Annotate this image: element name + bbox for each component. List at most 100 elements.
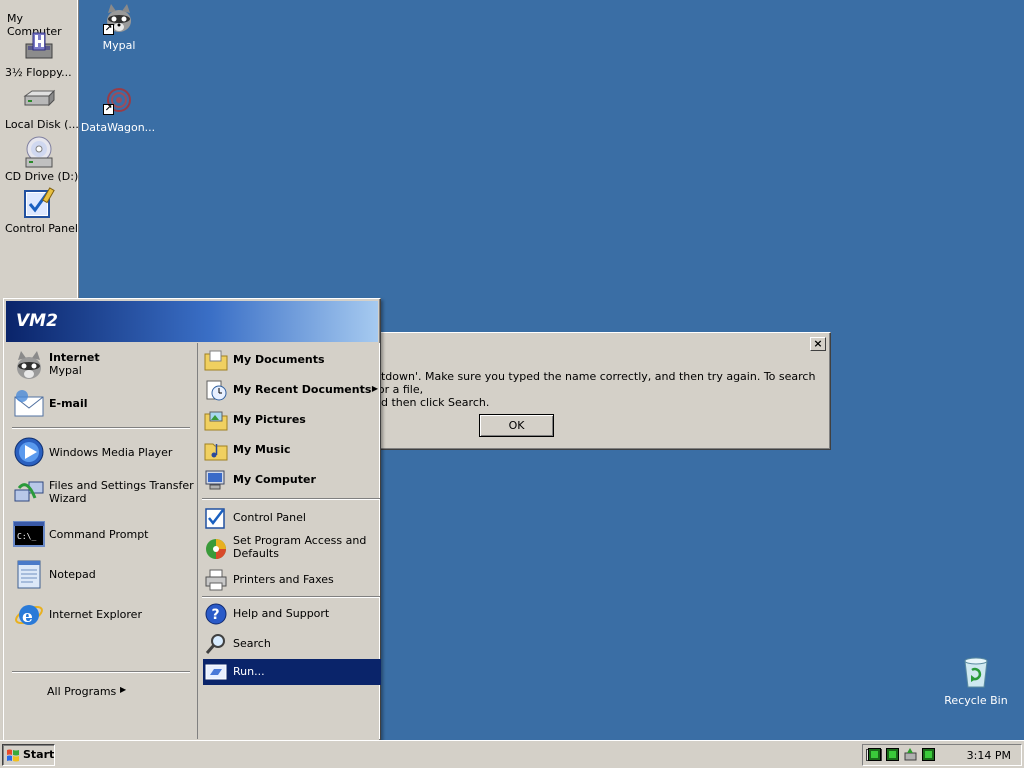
shortcut-arrow-icon: ↗ [103, 24, 114, 35]
menu-item-label: My Computer [233, 473, 316, 486]
menu-item-label: Notepad [49, 568, 96, 581]
menu-item-label: Wizard [49, 492, 87, 505]
start-button-label: Start [23, 748, 55, 761]
svg-text:?: ? [212, 607, 220, 623]
taskbar: Start 3:14 PM [0, 740, 1024, 768]
menu-item-label: My Recent Documents [233, 383, 372, 396]
menu-item-my-pictures[interactable]: My Pictures [198, 405, 380, 435]
menu-item-my-documents[interactable]: My Documents [198, 345, 380, 375]
desktop-icon-label: Mypal [102, 39, 136, 52]
dialog-message-line: nd then click Search. [374, 396, 490, 409]
drive-item-label: Local Disk (... [5, 118, 79, 131]
network-icon[interactable] [868, 748, 881, 761]
start-menu: VM2 Internet Mypal E-mail Windows Media … [3, 298, 381, 742]
start-menu-left-column: Internet Mypal E-mail Windows Media Play… [6, 343, 196, 739]
menu-item-label: Help and Support [233, 607, 330, 620]
menu-item-label: Control Panel [233, 511, 306, 524]
menu-item-transfer-wizard[interactable]: Files and Settings Transfer Wizard [6, 473, 196, 507]
dialog-ok-button[interactable]: OK [479, 414, 554, 437]
dialog-message-line: utdown'. Make sure you typed the name co… [374, 370, 816, 396]
drive-item-label: Control Panel [5, 222, 78, 235]
menu-item-label: Set Program Access and [233, 534, 367, 547]
recycle-bin-icon [964, 657, 988, 688]
menu-item-notepad[interactable]: Notepad [6, 555, 196, 589]
notepad-icon [17, 560, 41, 589]
menu-item-search[interactable]: Search [198, 629, 380, 659]
menu-item-control-panel[interactable]: Control Panel [198, 503, 380, 533]
menu-item-label: Search [233, 637, 271, 650]
menu-item-text: Files and Settings Transfer Wizard [49, 479, 194, 505]
recent-documents-icon [206, 380, 227, 401]
submenu-arrow-icon: ▶ [120, 685, 127, 694]
dialog-close-button[interactable]: × [810, 337, 826, 351]
menu-item-printers[interactable]: Printers and Faxes [198, 565, 380, 595]
search-icon [205, 634, 225, 654]
menu-item-help[interactable]: ? Help and Support [198, 599, 380, 629]
drive-item-local-disk[interactable]: Local Disk (... [0, 88, 79, 132]
control-panel-icon [24, 187, 55, 218]
menu-separator [202, 498, 380, 500]
menu-item-internet[interactable]: Internet Mypal [6, 347, 196, 381]
menu-item-label: My Documents [233, 353, 325, 366]
desktop-icon-mypal[interactable]: ↗ Mypal [96, 3, 142, 55]
dialog-titlebar[interactable]: × [359, 335, 828, 353]
my-computer-icon [205, 470, 225, 490]
menu-item-label: E-mail [49, 397, 88, 410]
menu-separator [202, 596, 380, 598]
raccoon-icon [17, 351, 41, 379]
documents-folder-icon [204, 350, 228, 371]
pictures-folder-icon [204, 411, 228, 431]
menu-item-recent-documents[interactable]: My Recent Documents ▶ [198, 375, 380, 405]
user-name: VM2 [16, 311, 58, 331]
system-tray: 3:14 PM [862, 744, 1022, 766]
internet-explorer-icon: e [15, 605, 43, 627]
command-prompt-icon: C:\_ [13, 521, 45, 547]
menu-item-my-computer[interactable]: My Computer [198, 465, 380, 495]
menu-item-run[interactable]: Run... [203, 659, 381, 685]
menu-item-label: Printers and Faxes [233, 573, 334, 586]
safely-remove-hardware-icon[interactable] [904, 748, 917, 761]
menu-separator [12, 671, 190, 673]
control-panel-icon [205, 508, 225, 529]
start-button[interactable]: Start [2, 744, 55, 766]
drive-item-label: 3½ Floppy... [5, 66, 72, 79]
drive-item-floppy[interactable]: 3½ Floppy... [0, 32, 79, 80]
menu-item-label: Defaults [233, 547, 279, 560]
transfer-wizard-icon [14, 481, 44, 502]
music-folder-icon [204, 443, 228, 461]
menu-item-all-programs[interactable]: All Programs ▶ [6, 679, 196, 703]
start-menu-right-column: My Documents My Recent Documents ▶ My Pi… [197, 343, 381, 739]
menu-item-label: Windows Media Player [49, 446, 173, 459]
drive-item-label: CD Drive (D:) [5, 170, 79, 183]
floppy-icon [25, 32, 53, 59]
menu-item-my-music[interactable]: My Music [198, 435, 380, 465]
windows-logo-icon [7, 749, 19, 762]
menu-item-command-prompt[interactable]: C:\_ Command Prompt [6, 515, 196, 549]
menu-item-label: My Pictures [233, 413, 306, 426]
menu-item-program-access[interactable]: Set Program Access and Defaults [198, 532, 380, 566]
network-icon[interactable] [886, 748, 899, 761]
network-icon[interactable] [922, 748, 935, 761]
menu-item-text: Internet Mypal [49, 351, 100, 377]
drive-item-cd[interactable]: CD Drive (D:) [0, 136, 79, 184]
taskbar-clock[interactable]: 3:14 PM [967, 749, 1011, 762]
desktop-icon-datawagon[interactable]: ↗ DataWagon... [80, 86, 156, 138]
drive-item-control-panel[interactable]: Control Panel [0, 186, 79, 236]
hard-disk-icon [23, 89, 56, 107]
menu-item-email[interactable]: E-mail [6, 385, 196, 419]
menu-item-label: Command Prompt [49, 528, 149, 541]
menu-item-label: Files and Settings Transfer [49, 479, 194, 492]
menu-item-text: Set Program Access and Defaults [233, 534, 366, 560]
desktop-icon-recycle-bin[interactable]: Recycle Bin [944, 656, 1008, 708]
menu-item-label: Internet Explorer [49, 608, 142, 621]
desktop-icon-label: DataWagon... [80, 121, 156, 134]
cd-drive-icon [25, 136, 53, 168]
start-menu-header: VM2 [6, 301, 378, 342]
menu-item-internet-explorer[interactable]: e Internet Explorer [6, 595, 196, 629]
svg-text:e: e [22, 607, 33, 627]
menu-item-media-player[interactable]: Windows Media Player [6, 433, 196, 467]
program-access-icon [206, 539, 226, 559]
error-dialog: × utdown'. Make sure you typed the name … [356, 332, 831, 450]
run-icon [205, 664, 227, 680]
media-player-icon [14, 437, 44, 467]
